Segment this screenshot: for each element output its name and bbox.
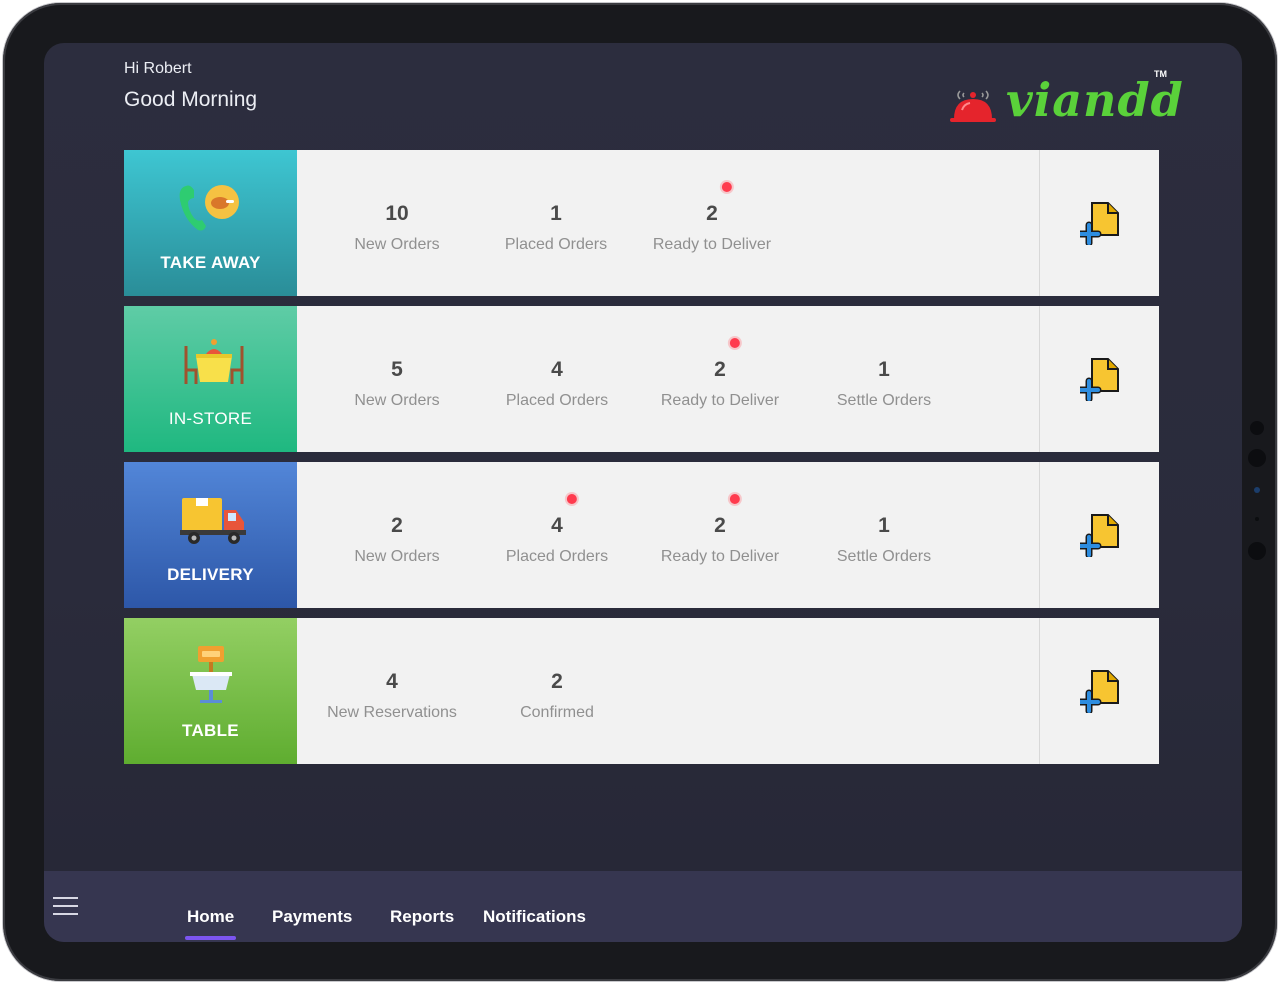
stat-label: Placed Orders <box>505 392 609 409</box>
stats-group: 10 New Orders 1 Placed Orders 2 Ready to… <box>297 150 1039 296</box>
category-label: TAKE AWAY <box>160 253 261 272</box>
stat-value: 4 <box>551 358 563 381</box>
stat-label: Ready to Deliver <box>660 392 780 409</box>
stat-value: 4 <box>551 514 563 537</box>
stat-ready-to-deliver[interactable]: 2 Ready to Deliver <box>660 494 780 566</box>
stat-new-orders[interactable]: 5 New Orders <box>354 358 439 410</box>
alert-dot <box>729 494 740 504</box>
stat-label: Placed Orders <box>505 548 609 565</box>
add-document-icon <box>1079 202 1119 245</box>
stat-value: 2 <box>706 202 718 225</box>
stat-placed-orders[interactable]: 4 Placed Orders <box>506 358 608 410</box>
dining-table-icon <box>184 339 243 384</box>
nav-payments[interactable]: Payments <box>272 907 352 927</box>
add-order-button[interactable] <box>1039 462 1159 608</box>
stat-label: Placed Orders <box>504 236 608 253</box>
stat-label: Confirmed <box>520 704 594 721</box>
stat-placed-orders[interactable]: 4 Placed Orders <box>505 494 609 566</box>
alert-dot <box>729 338 740 348</box>
category-tile-take-away[interactable]: TAKE AWAY <box>124 150 297 296</box>
stat-settle-orders[interactable]: 1 Settle Orders <box>837 514 931 566</box>
category-tile-in-store[interactable]: IN-STORE <box>124 306 297 452</box>
stats-group: 2 New Orders 4 Placed Orders 2 Ready to … <box>297 462 1039 608</box>
stat-label: Settle Orders <box>836 548 932 565</box>
alert-dot <box>566 494 577 504</box>
stat-confirmed[interactable]: 2 Confirmed <box>520 670 594 722</box>
brand-name: viandd <box>1006 73 1184 127</box>
phone-chicken-icon <box>179 185 239 231</box>
stat-label: New Orders <box>354 236 440 253</box>
category-tile-table[interactable]: TABLE <box>124 618 297 764</box>
stat-new-reservations[interactable]: 4 New Reservations <box>327 670 457 722</box>
cloche-icon <box>950 90 996 122</box>
greeting-text: Hi Robert <box>124 60 192 77</box>
stat-value: 1 <box>878 514 890 537</box>
category-label: TABLE <box>182 721 239 740</box>
reserved-table-icon <box>189 646 232 703</box>
side-sensor <box>1250 421 1264 435</box>
stat-value: 1 <box>550 202 562 225</box>
hamburger-menu-icon[interactable] <box>53 897 78 917</box>
category-label: DELIVERY <box>167 565 254 584</box>
active-tab-indicator <box>185 936 236 940</box>
stat-label: New Orders <box>354 392 440 409</box>
category-tile-delivery[interactable]: DELIVERY <box>124 462 297 608</box>
category-card-in-store[interactable]: IN-STORE 5 New Orders 4 Placed Orders 2 … <box>124 306 1159 452</box>
delivery-truck-icon <box>179 498 246 544</box>
stat-ready-to-deliver[interactable]: 2 Ready to Deliver <box>660 338 780 410</box>
add-document-icon <box>1079 358 1119 401</box>
add-document-icon <box>1079 670 1119 713</box>
category-card-delivery[interactable]: DELIVERY 2 New Orders 4 Placed Orders 2 … <box>124 462 1159 608</box>
stat-value: 2 <box>714 514 726 537</box>
stat-label: New Orders <box>354 548 440 565</box>
stat-value: 2 <box>391 514 403 537</box>
salutation-text: Good Morning <box>124 88 258 111</box>
add-reservation-button[interactable] <box>1039 618 1159 764</box>
side-sensor <box>1248 542 1266 560</box>
stat-label: Ready to Deliver <box>652 236 772 253</box>
side-sensor <box>1254 487 1260 493</box>
stat-label: Ready to Deliver <box>660 548 780 565</box>
nav-notifications[interactable]: Notifications <box>483 907 586 927</box>
stat-new-orders[interactable]: 2 New Orders <box>354 514 439 566</box>
side-sensor <box>1248 449 1266 467</box>
add-document-icon <box>1079 514 1119 557</box>
stat-value: 5 <box>391 358 403 381</box>
stat-value: 2 <box>714 358 726 381</box>
stat-value: 1 <box>878 358 890 381</box>
stat-settle-orders[interactable]: 1 Settle Orders <box>837 358 931 410</box>
category-card-table[interactable]: TABLE 4 New Reservations 2 Confirmed <box>124 618 1159 764</box>
stats-group: 5 New Orders 4 Placed Orders 2 Ready to … <box>297 306 1039 452</box>
stat-placed-orders[interactable]: 1 Placed Orders <box>505 202 607 254</box>
add-order-button[interactable] <box>1039 306 1159 452</box>
tablet-frame: Hi Robert Good Morning viandd TM TAKE AW… <box>3 3 1277 981</box>
bottom-nav-bar: Home Payments Reports Notifications <box>44 871 1242 942</box>
brand-logo: viandd TM <box>948 69 1183 131</box>
stat-value: 2 <box>551 670 563 693</box>
stat-label: New Reservations <box>327 704 457 721</box>
stat-value: 10 <box>385 202 409 225</box>
brand-trademark: TM <box>1154 69 1167 79</box>
side-sensor <box>1255 517 1259 521</box>
stat-label: Settle Orders <box>836 392 932 409</box>
category-label: IN-STORE <box>168 409 253 428</box>
nav-home[interactable]: Home <box>187 907 234 927</box>
stat-new-orders[interactable]: 10 New Orders <box>354 202 439 254</box>
stat-value: 4 <box>386 670 398 693</box>
category-card-take-away[interactable]: TAKE AWAY 10 New Orders 1 Placed Orders … <box>124 150 1159 296</box>
stats-group: 4 New Reservations 2 Confirmed <box>297 618 1039 764</box>
stat-ready-to-deliver[interactable]: 2 Ready to Deliver <box>652 182 772 254</box>
add-order-button[interactable] <box>1039 150 1159 296</box>
app-screen: Hi Robert Good Morning viandd TM TAKE AW… <box>44 43 1242 942</box>
alert-dot <box>721 182 732 192</box>
nav-reports[interactable]: Reports <box>390 907 454 927</box>
